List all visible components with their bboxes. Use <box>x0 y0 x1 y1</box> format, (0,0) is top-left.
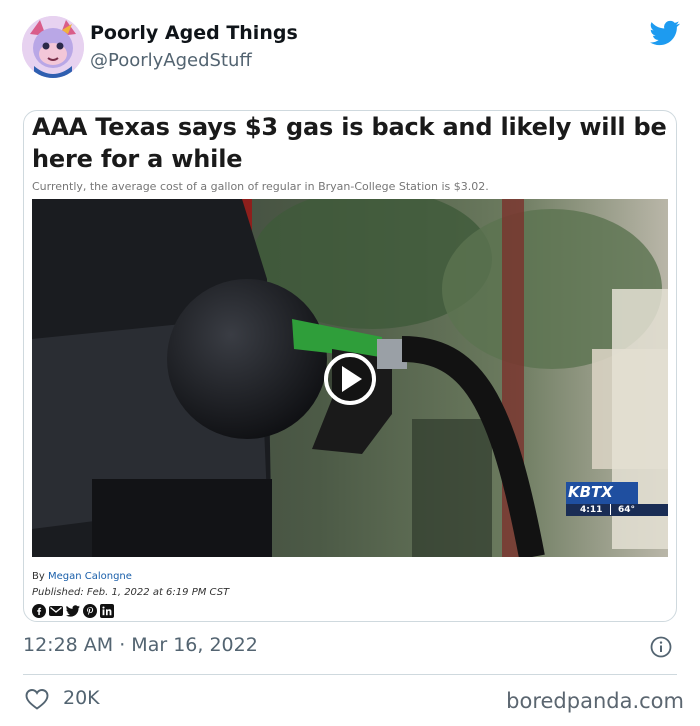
share-icons <box>32 603 114 618</box>
tweet-timestamp[interactable]: 12:28 AM · Mar 16, 2022 <box>23 634 258 656</box>
tweet-header: Poorly Aged Things @PoorlyAgedStuff <box>22 16 682 82</box>
footer-divider <box>23 674 677 675</box>
facebook-icon[interactable] <box>32 603 46 618</box>
like-count[interactable]: 20K <box>63 687 100 709</box>
twitter-bird-icon[interactable] <box>648 18 682 48</box>
heart-icon[interactable] <box>25 688 49 710</box>
video-temperature: 64° <box>618 505 636 515</box>
station-logo: KBTX <box>568 483 613 501</box>
twitter-icon[interactable] <box>66 603 80 617</box>
linkedin-icon[interactable] <box>100 603 114 618</box>
display-name[interactable]: Poorly Aged Things <box>90 22 298 44</box>
video-divider <box>610 504 611 515</box>
pinterest-icon[interactable] <box>83 603 97 618</box>
published-date: Published: Feb. 1, 2022 at 6:19 PM CST <box>32 587 230 598</box>
video-clock: 4:11 <box>580 505 603 515</box>
byline-prefix: By <box>32 571 48 582</box>
info-icon[interactable] <box>650 636 672 658</box>
avatar[interactable] <box>22 16 84 78</box>
article-card[interactable]: AAA Texas says $3 gas is back and likely… <box>23 110 677 622</box>
author-link[interactable]: Megan Calongne <box>48 571 132 582</box>
watermark: boredpanda.com <box>506 689 684 713</box>
article-subheadline: Currently, the average cost of a gallon … <box>32 180 489 193</box>
user-handle[interactable]: @PoorlyAgedStuff <box>90 50 252 71</box>
video-thumbnail[interactable]: KBTX 4:11 64° <box>32 199 668 557</box>
email-icon[interactable] <box>49 603 63 617</box>
byline: By Megan Calongne <box>32 571 132 582</box>
article-headline: AAA Texas says $3 gas is back and likely… <box>32 113 667 173</box>
